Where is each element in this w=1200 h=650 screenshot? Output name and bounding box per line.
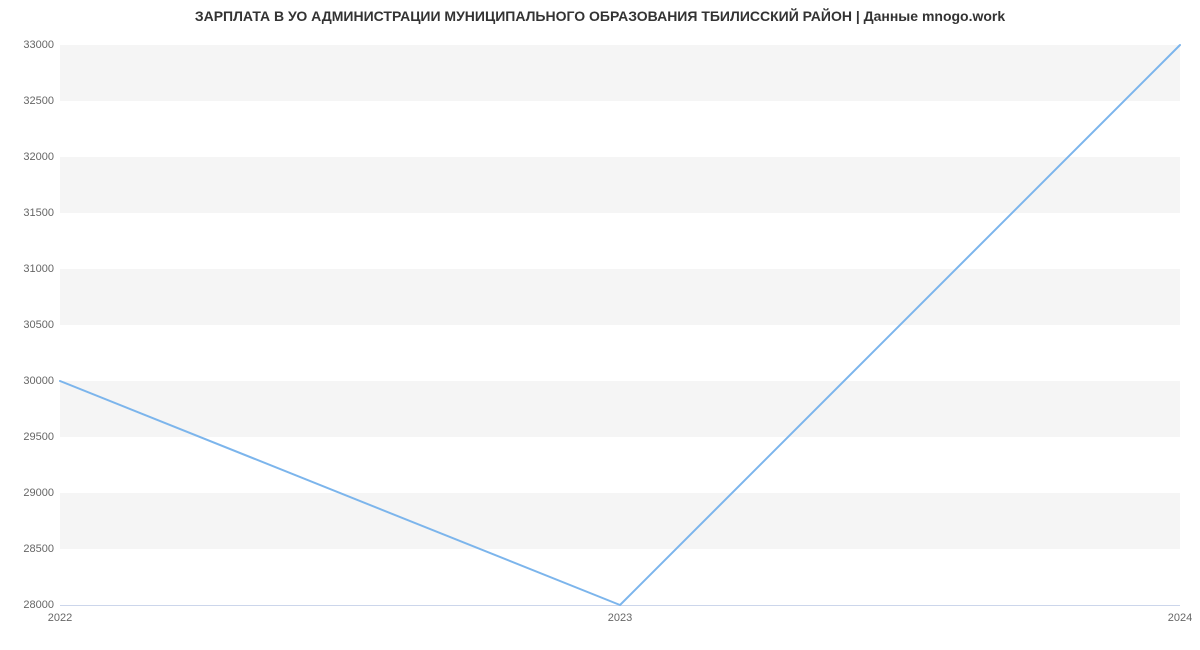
y-tick-label: 32500 — [23, 95, 54, 107]
x-tick-label: 2024 — [1168, 612, 1192, 624]
plot-area — [60, 45, 1180, 605]
y-tick-label: 30500 — [23, 319, 54, 331]
y-tick-label: 28500 — [23, 543, 54, 555]
chart-title: ЗАРПЛАТА В УО АДМИНИСТРАЦИИ МУНИЦИПАЛЬНО… — [0, 8, 1200, 24]
series-layer — [60, 45, 1180, 605]
x-tick-label: 2022 — [48, 612, 72, 624]
salary-series-line — [60, 45, 1180, 605]
y-tick-label: 32000 — [23, 151, 54, 163]
y-tick-label: 31500 — [23, 207, 54, 219]
salary-line-chart: ЗАРПЛАТА В УО АДМИНИСТРАЦИИ МУНИЦИПАЛЬНО… — [0, 0, 1200, 650]
y-tick-label: 33000 — [23, 39, 54, 51]
y-tick-label: 29500 — [23, 431, 54, 443]
x-tick-label: 2023 — [608, 612, 632, 624]
y-tick-label: 28000 — [23, 599, 54, 611]
y-tick-label: 30000 — [23, 375, 54, 387]
y-tick-label: 29000 — [23, 487, 54, 499]
y-tick-label: 31000 — [23, 263, 54, 275]
